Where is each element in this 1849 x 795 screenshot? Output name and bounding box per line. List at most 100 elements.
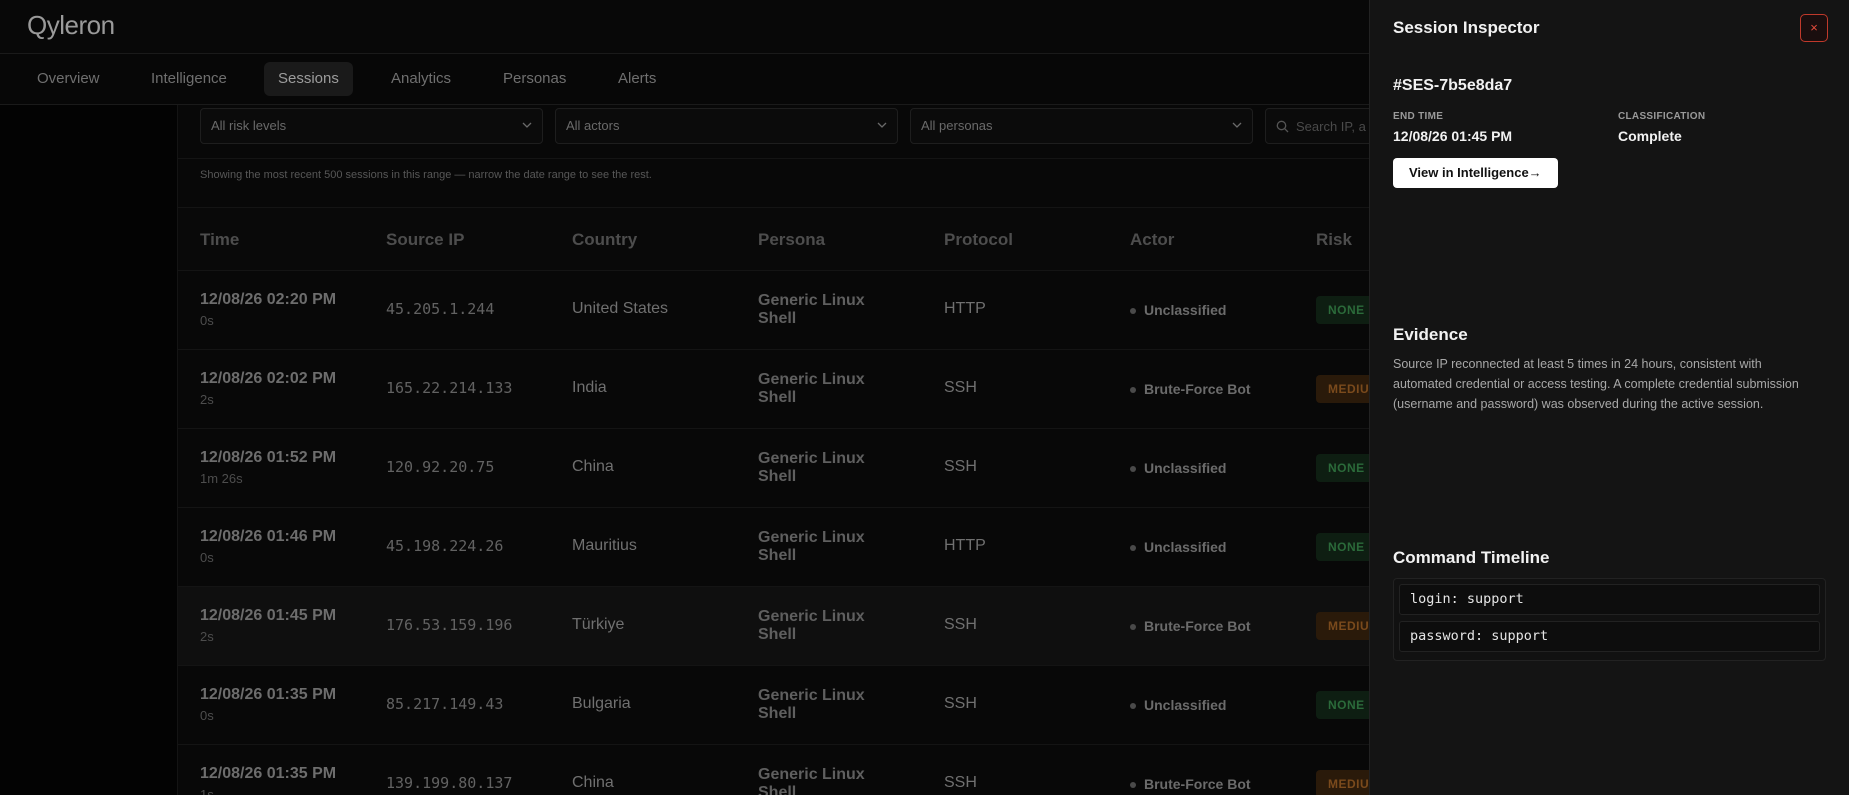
country: China	[572, 774, 614, 791]
session-time: 12/08/26 01:52 PM	[200, 449, 337, 466]
command-timeline-title: Command Timeline	[1393, 548, 1550, 567]
chevron-down-icon	[877, 122, 887, 128]
session-duration: 0s	[200, 313, 214, 328]
header-actor[interactable]: Actor	[1130, 230, 1174, 250]
source-ip: 165.22.214.133	[386, 379, 513, 397]
classification-label: CLASSIFICATION	[1618, 111, 1706, 122]
actor-label: Brute-Force Bot	[1144, 618, 1251, 634]
header-source-ip[interactable]: Source IP	[386, 230, 464, 250]
tab-overview[interactable]: Overview	[23, 62, 114, 96]
tab-sessions[interactable]: Sessions	[264, 62, 353, 96]
actor-filter-select[interactable]: All actors	[555, 108, 898, 144]
persona: Generic Linux Shell	[758, 766, 865, 795]
persona-filter-value: All personas	[921, 118, 993, 133]
tab-analytics[interactable]: Analytics	[377, 62, 465, 96]
command-timeline: login: support password: support	[1393, 578, 1826, 661]
session-time: 12/08/26 01:35 PM	[200, 765, 337, 782]
persona: Generic Linux Shell	[758, 371, 865, 406]
status-dot-icon	[1130, 545, 1136, 552]
persona: Generic Linux Shell	[758, 529, 865, 564]
session-duration: 2s	[200, 629, 214, 644]
results-notice: Showing the most recent 500 sessions in …	[200, 169, 652, 181]
tab-personas[interactable]: Personas	[489, 62, 580, 96]
country: Bulgaria	[572, 695, 631, 712]
chevron-down-icon	[1232, 122, 1242, 128]
time-cell: 12/08/26 01:35 PM 1s	[200, 765, 336, 795]
session-duration: 1s	[200, 787, 214, 795]
country: India	[572, 379, 607, 396]
protocol: SSH	[944, 379, 977, 396]
actor-label: Brute-Force Bot	[1144, 776, 1251, 792]
search-icon	[1276, 120, 1289, 133]
time-cell: 12/08/26 02:02 PM 2s	[200, 370, 336, 407]
session-inspector-panel: Session Inspector × #SES-7b5e8da7 END TI…	[1369, 0, 1849, 795]
session-time: 12/08/26 02:20 PM	[200, 291, 337, 308]
tab-alerts[interactable]: Alerts	[604, 62, 670, 96]
actor-label: Unclassified	[1144, 460, 1227, 476]
persona-filter-select[interactable]: All personas	[910, 108, 1253, 144]
actor-label: Unclassified	[1144, 697, 1227, 713]
actor: Unclassified	[1130, 539, 1226, 555]
time-cell: 12/08/26 02:20 PM 0s	[200, 291, 336, 328]
header-country[interactable]: Country	[572, 230, 637, 250]
actor: Unclassified	[1130, 460, 1226, 476]
end-time-label: END TIME	[1393, 111, 1444, 122]
evidence-text: Source IP reconnected at least 5 times i…	[1393, 357, 1799, 411]
app-root: Qyleron Overview Intelligence Sessions A…	[0, 0, 1849, 795]
source-ip: 139.199.80.137	[386, 774, 513, 792]
header-time[interactable]: Time	[200, 230, 239, 250]
session-duration: 1m 26s	[200, 471, 243, 486]
time-cell: 12/08/26 01:46 PM 0s	[200, 528, 336, 565]
risk-filter-select[interactable]: All risk levels	[200, 108, 543, 144]
close-button[interactable]: ×	[1800, 14, 1828, 42]
session-time: 12/08/26 01:45 PM	[200, 607, 337, 624]
command-line: login: support	[1399, 584, 1820, 615]
header-persona[interactable]: Persona	[758, 230, 825, 250]
status-dot-icon	[1130, 703, 1136, 710]
protocol: HTTP	[944, 300, 986, 317]
persona: Generic Linux Shell	[758, 687, 865, 722]
time-cell: 12/08/26 01:52 PM 1m 26s	[200, 449, 336, 486]
status-dot-icon	[1130, 387, 1136, 394]
protocol: SSH	[944, 774, 977, 791]
chevron-down-icon	[522, 122, 532, 128]
app-logo[interactable]: Qyleron	[27, 10, 115, 41]
status-dot-icon	[1130, 782, 1136, 789]
session-time: 12/08/26 01:46 PM	[200, 528, 337, 545]
actor-label: Brute-Force Bot	[1144, 381, 1251, 397]
session-duration: 0s	[200, 708, 214, 723]
header-protocol[interactable]: Protocol	[944, 230, 1013, 250]
source-ip: 45.198.224.26	[386, 537, 504, 555]
command-line: password: support	[1399, 621, 1820, 652]
status-dot-icon	[1130, 624, 1136, 631]
actor: Brute-Force Bot	[1130, 618, 1251, 634]
tab-intelligence[interactable]: Intelligence	[137, 62, 241, 96]
source-ip: 176.53.159.196	[386, 616, 513, 634]
header-risk[interactable]: Risk	[1316, 230, 1352, 250]
persona: Generic Linux Shell	[758, 292, 865, 327]
country: China	[572, 458, 614, 475]
country: Mauritius	[572, 537, 637, 554]
country: United States	[572, 300, 669, 317]
protocol: SSH	[944, 458, 977, 475]
protocol: SSH	[944, 616, 977, 633]
actor-label: Unclassified	[1144, 539, 1227, 555]
persona: Generic Linux Shell	[758, 450, 865, 485]
protocol: HTTP	[944, 537, 986, 554]
status-dot-icon	[1130, 466, 1136, 473]
actor: Brute-Force Bot	[1130, 381, 1251, 397]
session-duration: 2s	[200, 392, 214, 407]
time-cell: 12/08/26 01:45 PM 2s	[200, 607, 336, 644]
protocol: SSH	[944, 695, 977, 712]
source-ip: 85.217.149.43	[386, 695, 504, 713]
actor: Brute-Force Bot	[1130, 776, 1251, 792]
actor: Unclassified	[1130, 302, 1226, 318]
classification-value: Complete	[1618, 128, 1682, 144]
left-sidebar	[0, 105, 177, 795]
country: Türkiye	[572, 616, 625, 633]
time-cell: 12/08/26 01:35 PM 0s	[200, 686, 336, 723]
evidence-title: Evidence	[1393, 325, 1468, 344]
view-in-intelligence-button[interactable]: View in Intelligence→	[1393, 158, 1558, 188]
session-time: 12/08/26 01:35 PM	[200, 686, 337, 703]
status-dot-icon	[1130, 308, 1136, 315]
